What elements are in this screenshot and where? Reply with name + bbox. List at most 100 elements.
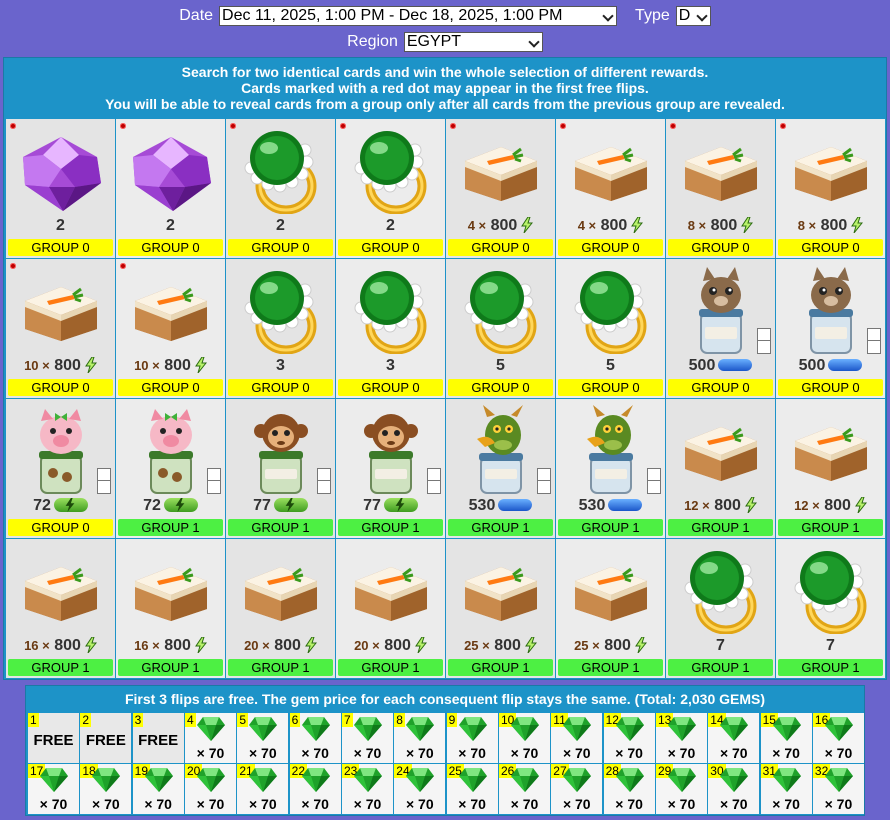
carrot-cake-icon — [21, 559, 101, 628]
card-group-label: GROUP 0 — [118, 379, 223, 396]
card-group-label: GROUP 0 — [668, 239, 773, 256]
reward-card[interactable]: 2 GROUP 0 — [336, 119, 445, 258]
energy-bolt-icon — [194, 357, 207, 373]
card-group-label: GROUP 1 — [338, 659, 443, 676]
reward-card[interactable]: 8 × 800 GROUP 0 — [776, 119, 885, 258]
energy-bolt-icon — [854, 497, 867, 513]
card-multiplier: 20 × — [244, 638, 270, 653]
flip-cost: × 70 — [405, 796, 434, 812]
gem-icon — [458, 767, 488, 798]
instruction-line: Cards marked with a red dot may appear i… — [241, 80, 649, 96]
flip-slot: 15 × 70 — [760, 713, 812, 763]
reward-card[interactable]: 2 GROUP 0 — [116, 119, 225, 258]
carrot-cake-icon — [131, 279, 211, 348]
reward-card[interactable]: 25 × 800 GROUP 1 — [446, 539, 555, 678]
card-amount: 2 — [166, 217, 175, 234]
card-amount: 800 — [54, 637, 81, 654]
card-group-label: GROUP 1 — [338, 519, 443, 536]
flip-slot: 17 × 70 — [28, 764, 79, 814]
reward-card[interactable]: 7 GROUP 1 — [666, 539, 775, 678]
card-group-label: GROUP 0 — [8, 519, 113, 536]
reward-card[interactable]: 10 × 800 GROUP 0 — [116, 259, 225, 398]
monkey-cookie-jar-icon — [253, 405, 309, 502]
card-amount: 530 — [468, 497, 496, 514]
gem-icon — [772, 767, 802, 798]
reward-card[interactable]: 530 GROUP 1 — [556, 399, 665, 538]
reward-card[interactable]: 7 GROUP 1 — [776, 539, 885, 678]
cards-panel: Search for two identical cards and win t… — [3, 57, 887, 680]
reward-card[interactable]: 5 GROUP 0 — [556, 259, 665, 398]
reward-card[interactable]: 10 × 800 GROUP 0 — [6, 259, 115, 398]
red-dot-marker — [10, 263, 16, 269]
reward-card[interactable]: 3 GROUP 0 — [336, 259, 445, 398]
reward-card[interactable]: 16 × 800 GROUP 1 — [116, 539, 225, 678]
card-reward: 77 — [226, 496, 335, 516]
date-select[interactable]: Dec 11, 2025, 1:00 PM - Dec 18, 2025, 1:… — [219, 6, 618, 26]
reward-card[interactable]: 12 × 800 GROUP 1 — [776, 399, 885, 538]
reward-card[interactable]: 530 GROUP 1 — [446, 399, 555, 538]
card-multiplier: 4 × — [577, 218, 597, 233]
reward-card[interactable]: 77 GROUP 1 — [336, 399, 445, 538]
card-amount: 5 — [496, 357, 505, 374]
empty-slot-box — [537, 468, 551, 494]
emerald-ring-icon — [351, 268, 431, 359]
carrot-cake-icon — [131, 559, 211, 628]
empty-slot-box — [97, 468, 111, 494]
flip-cost: × 70 — [562, 745, 591, 761]
card-group-label: GROUP 1 — [118, 659, 223, 676]
reward-card[interactable]: 25 × 800 GROUP 1 — [556, 539, 665, 678]
reward-card[interactable]: 500 GROUP 0 — [666, 259, 775, 398]
filter-row-date-type: Date Dec 11, 2025, 1:00 PM - Dec 18, 202… — [0, 4, 890, 28]
gem-icon — [91, 767, 121, 798]
card-amount: 800 — [490, 217, 518, 234]
region-label: Region — [347, 33, 398, 50]
gem-icon — [824, 767, 854, 798]
red-dot-marker — [120, 123, 126, 129]
card-amount: 77 — [363, 497, 381, 514]
flip-slot: 24 × 70 — [394, 764, 446, 814]
reward-card[interactable]: 8 × 800 GROUP 0 — [666, 119, 775, 258]
card-reward: 10 × 800 — [116, 356, 225, 376]
type-select[interactable]: D — [675, 6, 711, 26]
reward-card[interactable]: 20 × 800 GROUP 1 — [336, 539, 445, 678]
card-amount: 800 — [604, 637, 631, 654]
reward-card[interactable]: 20 × 800 GROUP 1 — [226, 539, 335, 678]
reward-card[interactable]: 4 × 800 GROUP 0 — [446, 119, 555, 258]
flip-cost: × 70 — [405, 745, 434, 761]
card-multiplier: 25 × — [464, 638, 490, 653]
empty-slot-box — [757, 328, 771, 354]
reward-card[interactable]: 77 GROUP 1 — [226, 399, 335, 538]
card-multiplier: 16 × — [24, 638, 50, 653]
reward-card[interactable]: 3 GROUP 0 — [226, 259, 335, 398]
reward-card[interactable]: 4 × 800 GROUP 0 — [556, 119, 665, 258]
reward-card[interactable]: 2 GROUP 0 — [226, 119, 335, 258]
reward-card[interactable]: 500 GROUP 0 — [776, 259, 885, 398]
card-amount: 800 — [164, 637, 191, 654]
gem-icon — [458, 716, 488, 747]
energy-bolt-icon — [524, 637, 537, 653]
reward-card[interactable]: 5 GROUP 0 — [446, 259, 555, 398]
red-dot-marker — [230, 123, 236, 129]
flip-slot: 4 × 70 — [184, 713, 236, 763]
flip-cost: × 70 — [667, 796, 696, 812]
reward-card[interactable]: 12 × 800 GROUP 1 — [666, 399, 775, 538]
card-amount: 800 — [274, 637, 301, 654]
card-group-label: GROUP 1 — [8, 659, 113, 676]
flip-slot: 19 × 70 — [132, 764, 184, 814]
reward-card[interactable]: 16 × 800 GROUP 1 — [6, 539, 115, 678]
region-select[interactable]: EGYPT — [403, 32, 543, 52]
reward-card[interactable]: 72 GROUP 0 — [6, 399, 115, 538]
reward-card[interactable]: 72 GROUP 1 — [116, 399, 225, 538]
gem-icon — [667, 716, 697, 747]
gem-icon — [719, 716, 749, 747]
card-group-label: GROUP 1 — [668, 519, 773, 536]
flip-slot: 1 FREE — [28, 713, 79, 763]
chevron-down-icon — [696, 10, 708, 22]
card-amount: 72 — [143, 497, 161, 514]
green-pill-icon — [163, 498, 198, 512]
flip-slot: 22 × 70 — [289, 764, 341, 814]
card-group-label: GROUP 1 — [118, 519, 223, 536]
reward-card[interactable]: 2 GROUP 0 — [6, 119, 115, 258]
flip-slot: 27 × 70 — [551, 764, 603, 814]
carrot-cake-icon — [571, 559, 651, 628]
